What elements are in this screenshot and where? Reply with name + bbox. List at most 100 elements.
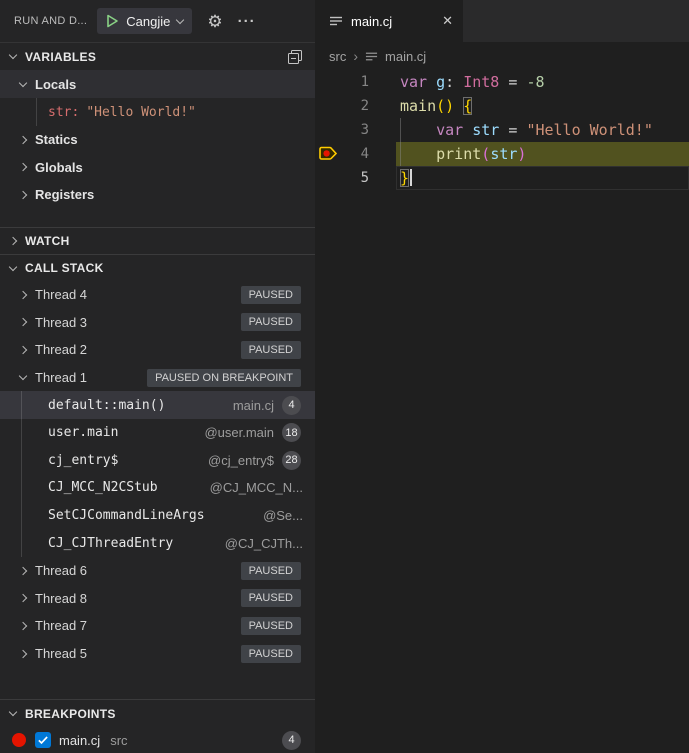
code-area[interactable]: 1var g: Int8 = -82main() {3 var str = "H… (315, 70, 689, 190)
code-line-content: main() { (396, 94, 689, 118)
tab-close-icon[interactable]: ✕ (442, 13, 453, 29)
frame-location: @Se... (253, 508, 303, 523)
launch-config-dropdown[interactable]: Cangjie (97, 8, 192, 34)
section-header-variables[interactable]: VARIABLES (0, 42, 315, 70)
callstack-thread-row[interactable]: Thread 6PAUSED (0, 557, 315, 585)
code-token (454, 97, 463, 115)
breakpoint-checkbox[interactable] (35, 732, 51, 748)
callstack-frame-row[interactable]: CJ_MCC_N2CStub@CJ_MCC_N... (0, 474, 315, 502)
chevron-down-icon (9, 51, 17, 59)
cursor-caret (410, 169, 412, 186)
chevron-right-icon: › (353, 48, 358, 64)
frame-location: @CJ_CJTh... (215, 536, 303, 551)
breadcrumb: src › main.cj (315, 42, 689, 70)
callstack-thread-row[interactable]: Thread 2 PAUSED (0, 336, 315, 364)
callstack-frame-row[interactable]: default::main()main.cj4 (0, 391, 315, 419)
code-token: main (400, 97, 436, 115)
paused-badge: PAUSED (241, 617, 301, 635)
chevron-right-icon (19, 594, 27, 602)
variable-value: "Hello World!" (86, 105, 196, 120)
thread-label: Thread 2 (35, 342, 87, 357)
code-token (400, 121, 436, 139)
code-line-content: var g: Int8 = -8 (396, 70, 689, 94)
line-number: 2 (341, 94, 369, 118)
tree-item-label: Globals (35, 160, 83, 175)
paused-badge: PAUSED ON BREAKPOINT (147, 369, 301, 387)
debug-toolbar: RUN AND D... Cangjie ⚙ ··· (0, 0, 315, 42)
chevron-right-icon (19, 163, 27, 171)
code-token: Int8 (463, 73, 499, 91)
code-line[interactable]: 1 var g: Int8 = -8 (315, 70, 689, 94)
gutter-glyph (315, 142, 341, 166)
tree-item-locals[interactable]: Locals (0, 70, 315, 98)
thread-label: Thread 4 (35, 287, 87, 302)
code-line[interactable]: 5} (315, 166, 689, 190)
collapse-all-icon[interactable] (287, 49, 303, 65)
line-number: 1 (341, 70, 369, 94)
chevron-right-icon (19, 135, 27, 143)
variable-row[interactable]: str: "Hello World!" (0, 98, 315, 126)
code-token: var (400, 73, 427, 91)
code-token: -8 (526, 73, 544, 91)
breakpoint-row[interactable]: main.cjsrc4 (0, 727, 315, 753)
thread-label: Thread 7 (35, 618, 87, 633)
callstack-thread-row[interactable]: Thread 1PAUSED ON BREAKPOINT (0, 364, 315, 392)
chevron-right-icon (19, 622, 27, 630)
frame-name: SetCJCommandLineArgs (48, 508, 205, 523)
breakpoints-header-label: BREAKPOINTS (25, 707, 116, 721)
frame-name: default::main() (48, 398, 165, 413)
callstack-thread-row[interactable]: Thread 7 PAUSED (0, 612, 315, 640)
settings-gear-icon[interactable]: ⚙ (207, 13, 222, 30)
section-header-call-stack[interactable]: CALL STACK (0, 254, 315, 281)
callstack-frame-row[interactable]: user.main@user.main18 (0, 419, 315, 447)
frame-location: @cj_entry$ (198, 453, 274, 468)
callstack-frame-row[interactable]: cj_entry$@cj_entry$28 (0, 447, 315, 475)
section-header-breakpoints[interactable]: BREAKPOINTS (0, 699, 315, 727)
paused-badge: PAUSED (241, 341, 301, 359)
debug-breakpoint-arrow-icon[interactable] (319, 146, 338, 161)
start-debug-play-icon[interactable] (106, 14, 119, 28)
thread-label: Thread 8 (35, 591, 87, 606)
launch-config-label: Cangjie (126, 14, 170, 29)
frame-name: CJ_CJThreadEntry (48, 536, 173, 551)
frame-line-badge: 4 (282, 396, 301, 415)
thread-label: Thread 3 (35, 315, 87, 330)
check-icon (37, 734, 49, 746)
tree-item-statics[interactable]: Statics (0, 126, 315, 153)
breakpoint-count-badge: 4 (282, 731, 301, 750)
code-line[interactable]: 3 var str = "Hello World!" (315, 118, 689, 142)
callstack-frame-row[interactable]: CJ_CJThreadEntry @CJ_CJTh... (0, 529, 315, 557)
chevron-down-icon (19, 78, 27, 86)
code-token: { (463, 97, 472, 115)
chevron-right-icon (19, 291, 27, 299)
callstack-frame-row[interactable]: SetCJCommandLineArgs @Se... (0, 502, 315, 530)
callstack-thread-row[interactable]: Thread 8PAUSED (0, 585, 315, 613)
editor-group: main.cj ✕ src › main.cj 1 var g: Int8 = -… (315, 0, 689, 753)
code-line-content: var str = "Hello World!" (396, 118, 689, 142)
breadcrumb-folder[interactable]: src (329, 49, 346, 64)
code-line[interactable]: 2 main() { (315, 94, 689, 118)
breadcrumb-file[interactable]: main.cj (385, 49, 426, 64)
editor-tab-main-cj[interactable]: main.cj ✕ (315, 0, 463, 42)
section-header-watch[interactable]: WATCH (0, 227, 315, 254)
indent-guide (36, 98, 37, 126)
chevron-down-icon (9, 708, 17, 716)
tree-item-globals[interactable]: Globals (0, 153, 315, 181)
code-token (400, 145, 436, 163)
callstack-thread-row[interactable]: Thread 4PAUSED (0, 281, 315, 309)
tree-item-registers[interactable]: Registers (0, 181, 315, 208)
callstack-thread-row[interactable]: Thread 3PAUSED (0, 309, 315, 337)
more-actions-icon[interactable]: ··· (238, 14, 256, 29)
paused-badge: PAUSED (241, 645, 301, 663)
code-line[interactable]: 4 print(str) (315, 142, 689, 166)
chevron-down-icon (9, 262, 17, 270)
code-token: : (445, 73, 454, 91)
indent-guide-icon (400, 142, 401, 166)
variables-collapsed-groups: Statics Globals Registers (0, 126, 315, 208)
callstack-thread-row[interactable]: Thread 5PAUSED (0, 640, 315, 668)
indent-guide-icon (400, 118, 401, 142)
line-number: 3 (341, 118, 369, 142)
variable-name: str: (48, 105, 79, 120)
gutter (315, 166, 341, 190)
line-number: 5 (341, 166, 369, 190)
